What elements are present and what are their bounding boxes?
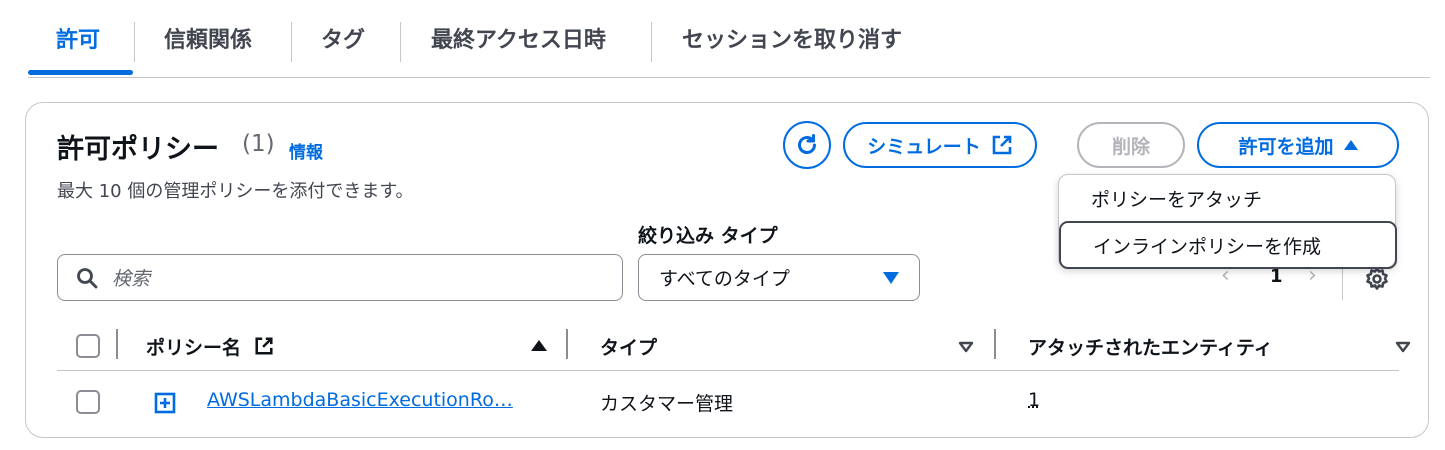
add-permissions-button[interactable]: 許可を追加 (1197, 122, 1399, 168)
current-page[interactable]: 1 (1270, 266, 1283, 287)
info-link[interactable]: 情報 (289, 138, 323, 163)
tab-tags[interactable]: タグ (321, 26, 365, 56)
delete-label: 削除 (1111, 135, 1150, 158)
policy-count: (1) (242, 131, 275, 157)
menu-item-create-inline-policy[interactable]: インラインポリシーを作成 (1059, 221, 1397, 269)
tab-last-accessed[interactable]: 最終アクセス日時 (431, 26, 606, 56)
gear-icon[interactable] (1364, 266, 1390, 292)
policy-name-link[interactable]: AWSLambdaBasicExecutionRo… (207, 389, 513, 411)
external-link-icon (255, 337, 273, 355)
panel-description: 最大 10 個の管理ポリシーを添付できます。 (57, 181, 414, 202)
add-permissions-menu: ポリシーをアタッチ インラインポリシーを作成 (1058, 174, 1397, 269)
table-row: AWSLambdaBasicExecutionRo… カスタマー管理 1 (57, 371, 1399, 431)
tab-divider (651, 22, 652, 62)
column-header-label: ポリシー名 (146, 337, 242, 359)
add-permissions-label: 許可を追加 (1238, 135, 1334, 158)
column-divider (994, 329, 996, 359)
column-divider (566, 329, 568, 359)
external-link-icon (992, 135, 1012, 155)
tab-bar: 許可 信頼関係 タグ 最終アクセス日時 セッションを取り消す (28, 0, 1430, 78)
type-filter-select[interactable]: すべてのタイプ (638, 254, 920, 301)
panel-title: 許可ポリシー (57, 134, 219, 165)
row-checkbox[interactable] (76, 390, 100, 414)
filter-type-label: 絞り込み タイプ (638, 225, 778, 247)
type-filter-value: すべてのタイプ (659, 268, 790, 290)
search-icon (77, 267, 98, 288)
table-header: ポリシー名 タイプ アタッチされたエンティティ (57, 321, 1411, 371)
permissions-policies-panel: 許可ポリシー (1) 情報 最大 10 個の管理ポリシーを添付できます。 シミュ… (25, 102, 1429, 438)
sort-icon[interactable] (958, 341, 974, 353)
column-header-policy-name[interactable]: ポリシー名 (146, 333, 274, 360)
expand-icon[interactable] (154, 392, 176, 414)
sort-ascending-icon[interactable] (531, 340, 547, 351)
caret-down-icon (883, 271, 899, 284)
caret-up-icon (1343, 140, 1358, 150)
simulate-label: シミュレート (867, 135, 981, 158)
tab-divider (400, 22, 401, 62)
refresh-button[interactable] (783, 121, 831, 169)
column-header-attached-entities[interactable]: アタッチされたエンティティ (1028, 333, 1273, 360)
attached-entities-count[interactable]: 1 (1028, 389, 1040, 411)
column-header-type[interactable]: タイプ (600, 333, 657, 360)
refresh-icon (798, 134, 816, 154)
tab-divider (134, 22, 135, 62)
tab-permissions[interactable]: 許可 (56, 26, 100, 56)
menu-item-attach-policies[interactable]: ポリシーをアタッチ (1059, 175, 1397, 221)
delete-button[interactable]: 削除 (1077, 122, 1185, 168)
select-all-checkbox[interactable] (76, 334, 100, 358)
policy-type: カスタマー管理 (600, 393, 734, 415)
tab-trust-relationships[interactable]: 信頼関係 (164, 26, 252, 56)
active-tab-indicator (28, 70, 133, 75)
tab-revoke-sessions[interactable]: セッションを取り消す (682, 26, 902, 56)
sort-icon[interactable] (1395, 341, 1411, 353)
tab-divider (291, 22, 292, 62)
simulate-button[interactable]: シミュレート (843, 122, 1037, 168)
column-divider (116, 329, 118, 359)
search-placeholder: 検索 (112, 268, 151, 290)
search-input[interactable]: 検索 (57, 254, 623, 301)
